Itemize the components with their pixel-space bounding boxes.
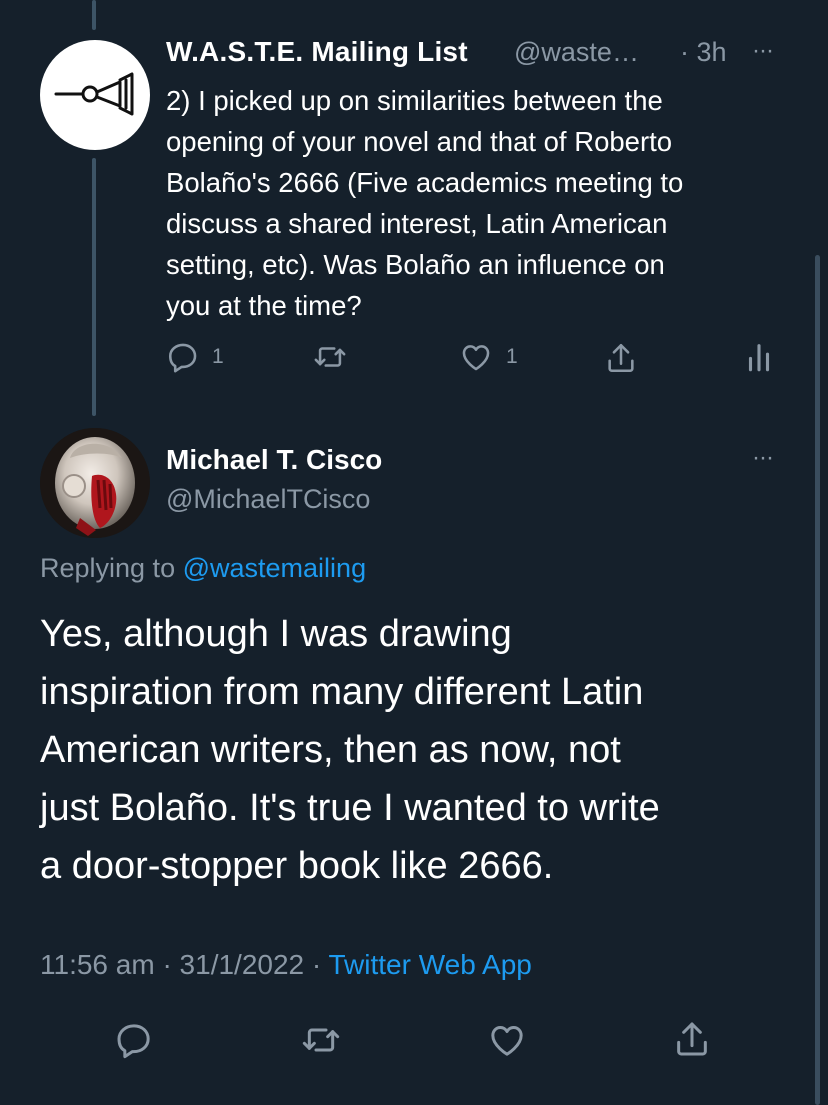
like-button[interactable] — [486, 1020, 528, 1060]
reply-button[interactable] — [114, 1020, 154, 1060]
replying-to: Replying to @wastemailing — [40, 553, 366, 584]
replying-prefix: Replying to — [40, 553, 176, 583]
tweet-text-line: setting, etc). Was Bolaño an influence o… — [166, 249, 665, 280]
statue-photo — [40, 428, 150, 538]
author-display-name[interactable]: Michael T. Cisco — [166, 444, 382, 476]
tweet-text-line: inspiration from many different Latin — [40, 671, 644, 713]
thread-line-connector — [92, 158, 96, 416]
tweet-text-line: 2) I picked up on similarities between t… — [166, 85, 663, 116]
tweet-time[interactable]: · 3h — [680, 37, 727, 68]
tweet-meta: 11:56 am · 31/1/2022 · Twitter Web App — [40, 949, 532, 981]
share-icon — [608, 343, 634, 373]
tweet-text-line: Yes, although I was drawing — [40, 613, 512, 655]
retweet-icon — [314, 347, 346, 367]
tweet-text-line: American writers, then as now, not — [40, 729, 621, 771]
reply-count: 1 — [212, 345, 224, 368]
more-options-icon[interactable]: ··· — [752, 444, 774, 472]
tweet-text-line: you at the time? — [166, 290, 362, 321]
like-button[interactable]: 1 — [458, 340, 518, 374]
waste-avatar[interactable] — [40, 40, 150, 150]
share-button[interactable] — [604, 340, 638, 376]
first-tweet-text: 2) I picked up on similarities between t… — [166, 80, 683, 326]
author-handle[interactable]: @MichaelTCisco — [166, 484, 370, 515]
tweet-text-line: discuss a shared interest, Latin America… — [166, 208, 668, 239]
heart-icon — [462, 345, 490, 371]
horn-logo-icon — [54, 72, 134, 116]
thread-line-top — [92, 0, 96, 30]
tweet-text-line: just Bolaño. It's true I wanted to write — [40, 787, 660, 829]
replying-handle-link[interactable]: @wastemailing — [183, 553, 366, 583]
tweet-text-line: opening of your novel and that of Robert… — [166, 126, 673, 157]
michael-cisco-avatar[interactable] — [40, 428, 150, 538]
retweet-button[interactable] — [312, 340, 348, 374]
reply-icon — [117, 1024, 150, 1059]
analytics-button[interactable] — [744, 340, 774, 374]
heart-icon — [491, 1026, 523, 1056]
share-button[interactable] — [672, 1018, 712, 1060]
waste-handle[interactable]: @waste… — [514, 37, 639, 68]
more-options-icon[interactable]: ··· — [752, 37, 774, 65]
tweet-source-link[interactable]: Twitter Web App — [329, 949, 532, 980]
reply-button[interactable]: 1 — [166, 340, 224, 374]
retweet-button[interactable] — [300, 1020, 342, 1060]
reply-icon — [168, 343, 197, 373]
analytics-icon — [748, 344, 770, 372]
tweet-timestamp[interactable]: 11:56 am · 31/1/2022 · — [40, 949, 321, 980]
share-icon — [677, 1022, 707, 1056]
scrollbar[interactable] — [815, 255, 820, 1105]
tweet-text-line: a door-stopper book like 2666. — [40, 845, 554, 887]
retweet-icon — [302, 1028, 340, 1052]
waste-display-name[interactable]: W.A.S.T.E. Mailing List — [166, 36, 468, 68]
main-tweet-text: Yes, although I was drawing inspiration … — [40, 605, 660, 895]
tweet-text-line: Bolaño's 2666 (Five academics meeting to — [166, 167, 684, 198]
like-count: 1 — [506, 345, 518, 368]
